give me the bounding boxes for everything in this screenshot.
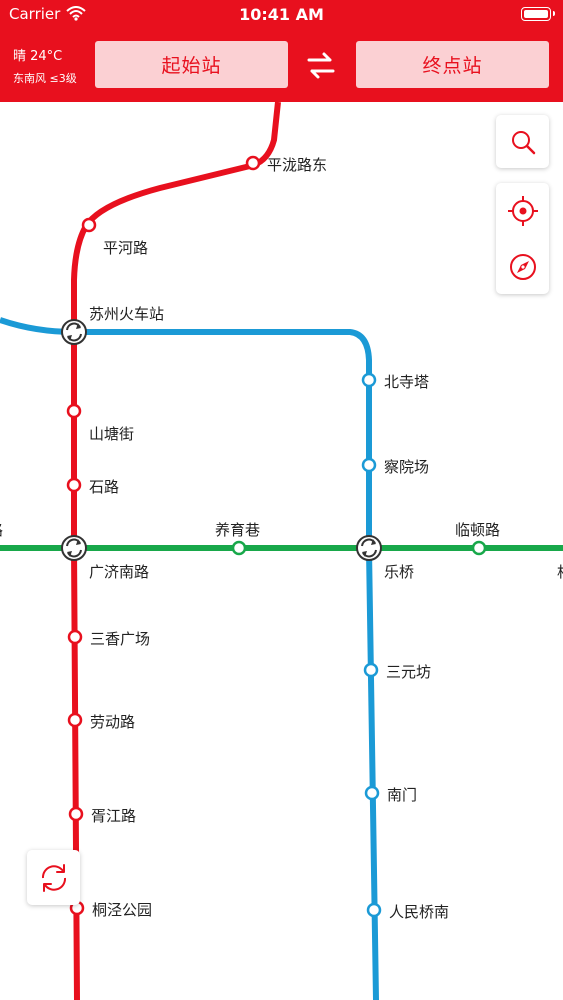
- locate-icon: [507, 195, 538, 226]
- start-station-button[interactable]: 起始站: [95, 41, 288, 88]
- station-dot-nanmen[interactable]: [364, 785, 380, 801]
- locate-button[interactable]: [496, 183, 549, 238]
- station-dot-pinglongludong[interactable]: [245, 155, 261, 171]
- station-dot-sanxiangguangchang[interactable]: [67, 629, 83, 645]
- station-label-shilu[interactable]: 石路: [89, 476, 119, 497]
- weather-temp: 晴 24°C: [13, 49, 63, 64]
- station-label-lindunlu[interactable]: 临顿路: [455, 519, 500, 540]
- station-label-guangjinanlu[interactable]: 广济南路: [89, 561, 149, 582]
- station-label-sanxiangguangchang[interactable]: 三香广场: [90, 628, 150, 649]
- station-label-cutoff-left: 路: [0, 519, 3, 540]
- compass-icon: [509, 253, 536, 280]
- search-control: [496, 115, 549, 168]
- map-tools-control: [496, 183, 549, 294]
- weather-wind: 东南风 ≤3级: [13, 72, 77, 85]
- battery-icon: [521, 7, 555, 21]
- station-dot-chayuanchang[interactable]: [361, 457, 377, 473]
- top-header: Carrier 10:41 AM 晴 24°C 东南风 ≤3级 起始站 终点站: [0, 0, 563, 102]
- swap-icon: [307, 52, 335, 79]
- search-icon: [511, 130, 535, 154]
- refresh-button[interactable]: [27, 850, 80, 905]
- station-label-cutoff-right: 相: [557, 561, 563, 582]
- station-label-suzhouhuochezhan[interactable]: 苏州火车站: [89, 303, 164, 324]
- station-dot-renminqiaonan[interactable]: [366, 902, 382, 918]
- transfer-icon-leqiao[interactable]: [356, 535, 382, 561]
- station-dot-shilu[interactable]: [66, 477, 82, 493]
- station-label-shantangjie[interactable]: 山塘街: [89, 423, 134, 444]
- station-dot-xujianglu[interactable]: [68, 806, 84, 822]
- search-button[interactable]: [496, 115, 549, 168]
- station-label-renminqiaonan[interactable]: 人民桥南: [389, 901, 449, 922]
- subway-map[interactable]: [0, 0, 563, 1000]
- station-dot-shantangjie[interactable]: [66, 403, 82, 419]
- station-dot-beisita[interactable]: [361, 372, 377, 388]
- refresh-button-inner[interactable]: [27, 850, 80, 905]
- status-bar: Carrier 10:41 AM: [0, 0, 563, 32]
- station-label-nanmen[interactable]: 南门: [387, 784, 417, 805]
- swap-stations-button[interactable]: [305, 50, 337, 82]
- station-label-leqiao[interactable]: 乐桥: [384, 561, 414, 582]
- status-time: 10:41 AM: [239, 5, 324, 24]
- station-label-beisita[interactable]: 北寺塔: [384, 371, 429, 392]
- station-label-xujianglu[interactable]: 胥江路: [91, 805, 136, 826]
- station-label-tongjinggongyuan[interactable]: 桐泾公园: [92, 899, 152, 920]
- station-dot-yangyuxiang[interactable]: [231, 540, 247, 556]
- station-label-yangyuxiang[interactable]: 养育巷: [215, 519, 260, 540]
- station-label-chayuanchang[interactable]: 察院场: [384, 456, 429, 477]
- station-dot-sanyuanfang[interactable]: [363, 662, 379, 678]
- end-station-button[interactable]: 终点站: [356, 41, 549, 88]
- refresh-icon: [41, 863, 66, 892]
- station-label-pinglongludong[interactable]: 平泷路东: [267, 154, 327, 175]
- compass-button[interactable]: [496, 239, 549, 294]
- station-label-laodonglu[interactable]: 劳动路: [90, 711, 135, 732]
- transfer-icon-guangjinanlu[interactable]: [61, 535, 87, 561]
- transfer-icon-suzhouhuochezhan[interactable]: [61, 319, 87, 345]
- station-label-pinghelu[interactable]: 平河路: [103, 237, 148, 258]
- station-dot-pinghelu[interactable]: [81, 217, 97, 233]
- station-dot-lindunlu[interactable]: [471, 540, 487, 556]
- station-label-sanyuanfang[interactable]: 三元坊: [386, 661, 431, 682]
- station-dot-laodonglu[interactable]: [67, 712, 83, 728]
